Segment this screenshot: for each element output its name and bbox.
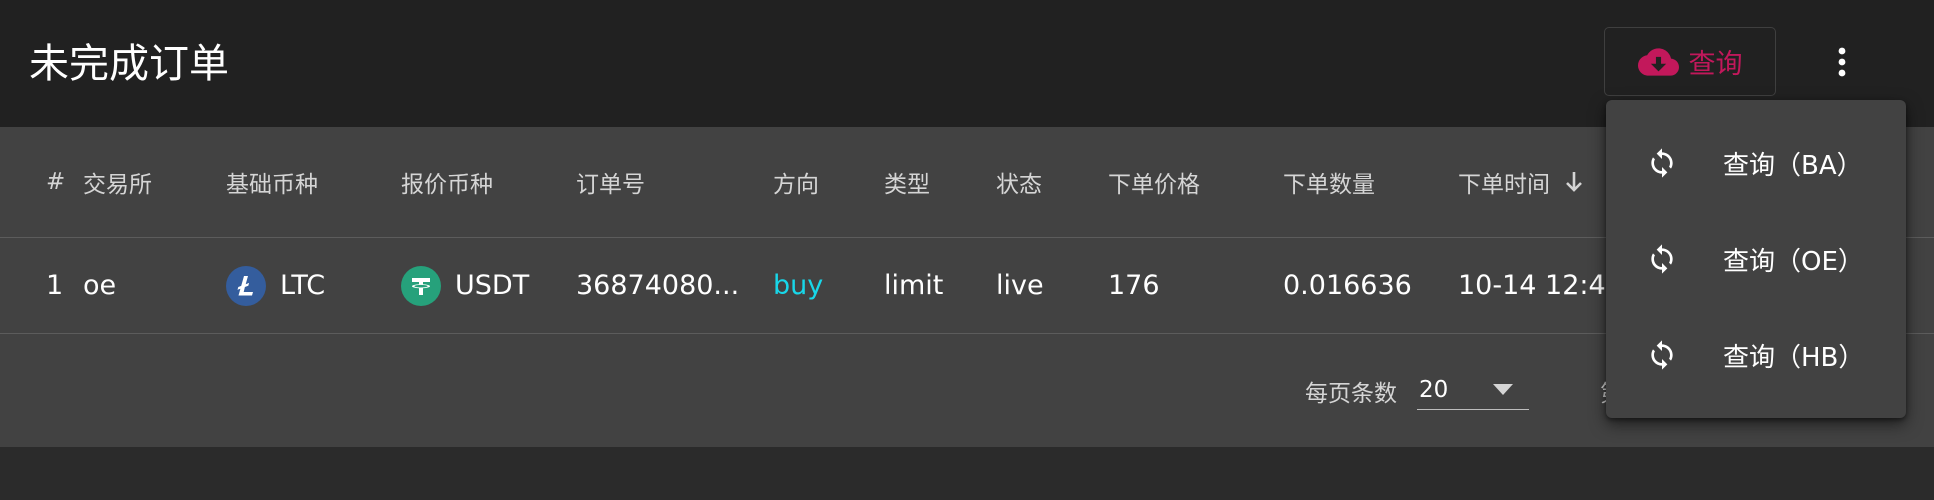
- cell-quantity: 0.016636: [1283, 270, 1412, 301]
- cell-state: live: [996, 270, 1044, 301]
- column-header-state[interactable]: 状态: [996, 127, 1042, 237]
- column-header-base[interactable]: 基础币种: [226, 127, 318, 237]
- cell-direction: buy: [773, 270, 824, 301]
- column-header-type[interactable]: 类型: [884, 127, 930, 237]
- menu-item-label: 查询（BA）: [1723, 150, 1863, 181]
- refresh-icon: [1651, 340, 1673, 370]
- cell-quote-label: USDT: [455, 270, 530, 301]
- query-button[interactable]: 查询: [1604, 27, 1776, 96]
- refresh-icon: [1651, 148, 1673, 178]
- cloud-download-icon: [1637, 47, 1679, 76]
- cell-quote: USDT: [401, 238, 529, 333]
- column-header-time-label: 下单时间: [1458, 172, 1550, 198]
- menu-item-query-hb[interactable]: 查询（HB）: [1606, 307, 1906, 403]
- rows-per-page-label: 每页条数: [1305, 381, 1397, 407]
- chevron-down-icon: [1493, 383, 1513, 395]
- menu-item-query-oe[interactable]: 查询（OE）: [1606, 211, 1906, 307]
- rows-per-page-value: 20: [1419, 376, 1449, 403]
- column-header-order-id[interactable]: 订单号: [576, 127, 645, 237]
- menu-item-query-ba[interactable]: 查询（BA）: [1606, 115, 1906, 211]
- cell-price: 176: [1108, 270, 1160, 301]
- more-menu-button[interactable]: [1822, 42, 1862, 82]
- cell-order-id: 36874080...: [576, 270, 740, 301]
- column-header-direction[interactable]: 方向: [773, 127, 819, 237]
- cell-base: LTC: [226, 238, 325, 333]
- cell-index: 1: [46, 270, 64, 301]
- refresh-icon: [1651, 244, 1673, 274]
- litecoin-icon: [226, 265, 266, 306]
- menu-item-label: 查询（HB）: [1723, 342, 1865, 373]
- column-header-price[interactable]: 下单价格: [1108, 127, 1200, 237]
- cell-exchange: oe: [83, 270, 117, 301]
- arrow-down-icon: [1566, 172, 1582, 192]
- page-title: 未完成订单: [29, 41, 229, 87]
- rows-per-page-select[interactable]: 20: [1417, 370, 1529, 410]
- query-button-label: 查询: [1688, 49, 1743, 80]
- tether-icon: [401, 265, 441, 306]
- column-header-exchange[interactable]: 交易所: [83, 127, 152, 237]
- column-header-time[interactable]: 下单时间: [1458, 127, 1584, 237]
- column-header-index[interactable]: #: [46, 127, 65, 237]
- cell-base-label: LTC: [280, 270, 326, 301]
- more-vert-icon: [1838, 47, 1846, 77]
- column-header-quote[interactable]: 报价币种: [401, 127, 493, 237]
- column-header-quantity[interactable]: 下单数量: [1283, 127, 1375, 237]
- menu-item-label: 查询（OE）: [1723, 246, 1864, 277]
- query-dropdown-menu: 查询（BA） 查询（OE） 查询（HB）: [1606, 100, 1906, 418]
- cell-type: limit: [884, 270, 944, 301]
- cell-time: 10-14 12:44: [1458, 270, 1623, 301]
